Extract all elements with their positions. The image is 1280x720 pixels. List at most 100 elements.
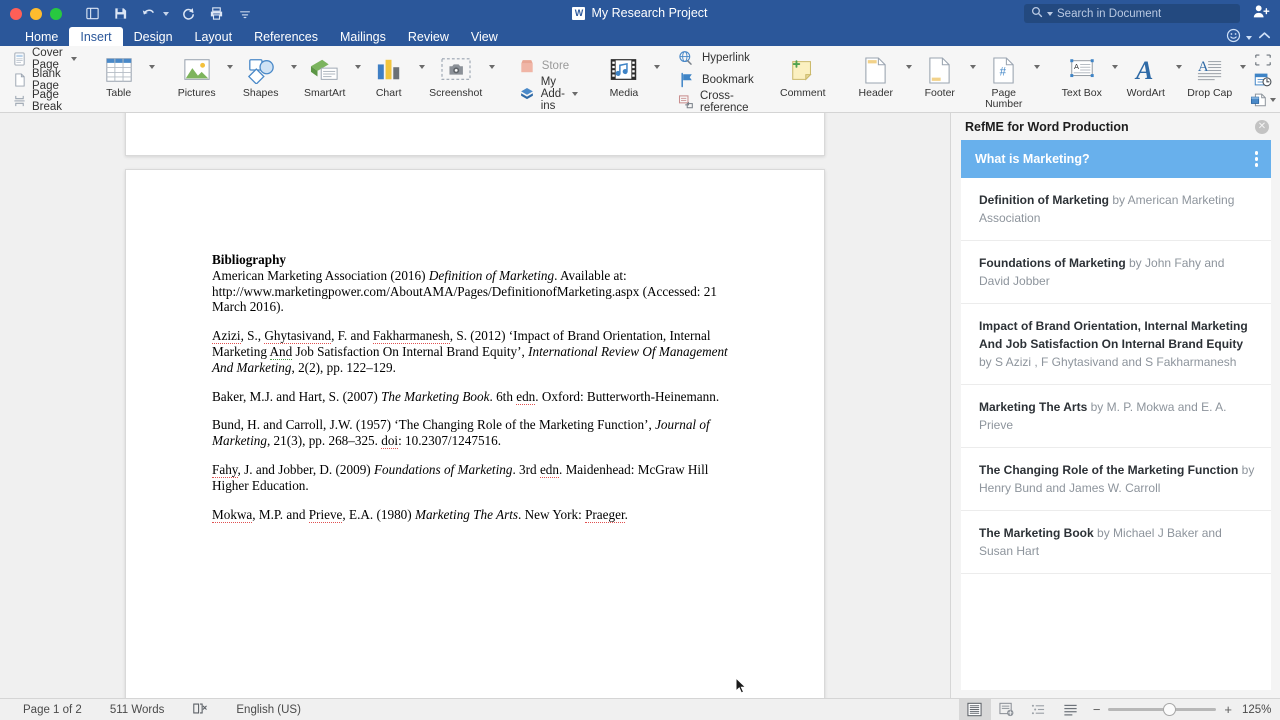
object-icon[interactable] <box>1249 91 1277 108</box>
page-number-caret-icon[interactable] <box>1033 65 1040 69</box>
pictures-icon <box>182 53 212 87</box>
page-number-button[interactable]: # Page Number <box>976 48 1032 111</box>
bibliography-entry[interactable]: Fahy, J. and Jobber, D. (2009) Foundatio… <box>212 461 742 494</box>
list-item[interactable]: The Changing Role of the Marketing Funct… <box>961 448 1271 511</box>
table-button[interactable]: Table <box>91 48 147 111</box>
bibliography-entry[interactable]: American Marketing Association (2016) De… <box>212 268 742 315</box>
wordart-label: WordArt <box>1126 87 1165 99</box>
person-add-icon[interactable] <box>1253 4 1270 24</box>
screenshot-caret-icon[interactable] <box>488 65 495 69</box>
web-layout-view-icon[interactable] <box>991 699 1023 720</box>
status-bar-left: Page 1 of 2 511 Words English (US) <box>0 702 301 718</box>
chart-button[interactable]: Chart <box>361 48 417 111</box>
media-button[interactable]: Media <box>596 48 652 111</box>
screenshot-button[interactable]: Screenshot <box>425 48 487 111</box>
tab-review[interactable]: Review <box>397 27 460 46</box>
object-caret-icon[interactable] <box>1269 97 1276 102</box>
list-item[interactable]: The Marketing Book by Michael J Baker an… <box>961 511 1271 574</box>
pictures-button[interactable]: Pictures <box>169 48 225 111</box>
blank-page-button[interactable]: Blank Page <box>13 68 77 92</box>
zoom-slider-knob[interactable] <box>1163 703 1177 716</box>
bibliography-entry[interactable]: Bund, H. and Carroll, J.W. (1957) ‘The C… <box>212 417 742 450</box>
list-item[interactable]: Definition of Marketing by American Mark… <box>961 178 1271 241</box>
ribbon-tab-bar: Home Insert Design Layout References Mai… <box>0 27 1280 46</box>
bibliography-entry[interactable]: Baker, M.J. and Hart, S. (2007) The Mark… <box>212 388 742 405</box>
zoom-in-button[interactable]: + <box>1224 702 1232 717</box>
word-count[interactable]: 511 Words <box>110 704 165 716</box>
document-page-2[interactable]: Bibliography American Marketing Associat… <box>125 169 825 698</box>
header-label: Header <box>858 87 893 99</box>
comment-label: Comment <box>780 87 826 99</box>
status-bar: Page 1 of 2 511 Words English (US) − + 1… <box>0 698 1280 720</box>
my-addins-label: My Add-ins <box>540 75 565 112</box>
zoom-level[interactable]: 125% <box>1242 704 1280 716</box>
list-item[interactable]: Impact of Brand Orientation, Internal Ma… <box>961 304 1271 385</box>
svg-text:A: A <box>1134 56 1153 84</box>
refme-panel-header: RefME for Word Production ✕ <box>951 113 1280 140</box>
date-and-time-icon[interactable] <box>1253 71 1273 88</box>
bookmark-button[interactable]: Bookmark <box>678 71 754 88</box>
my-addins-button[interactable]: My Add-ins <box>519 76 578 112</box>
zoom-slider[interactable] <box>1108 703 1217 716</box>
refme-project-header[interactable]: What is Marketing? <box>961 140 1271 178</box>
close-icon[interactable]: ✕ <box>1255 119 1269 134</box>
list-item[interactable]: Foundations of Marketing by John Fahy an… <box>961 241 1271 304</box>
list-item[interactable]: Marketing The Arts by M. P. Mokwa and E.… <box>961 385 1271 448</box>
bookmark-icon <box>678 72 696 88</box>
tab-references[interactable]: References <box>243 27 329 46</box>
smiley-feedback-icon[interactable] <box>1226 28 1241 48</box>
cover-page-caret-icon[interactable] <box>70 56 77 61</box>
shapes-button[interactable]: Shapes <box>233 48 289 111</box>
kebab-menu-icon[interactable] <box>1254 151 1258 167</box>
media-caret-icon[interactable] <box>653 65 660 69</box>
hyperlink-button[interactable]: Hyperlink <box>678 49 754 66</box>
table-caret-icon[interactable] <box>148 65 155 69</box>
draft-view-icon[interactable] <box>1055 699 1087 720</box>
store-icon <box>519 57 536 74</box>
svg-text:#: # <box>1000 66 1007 78</box>
text-frame-icon[interactable] <box>1253 51 1273 68</box>
zoom-out-button[interactable]: − <box>1093 702 1101 717</box>
zoom-control: − + <box>1087 702 1242 717</box>
tab-view[interactable]: View <box>460 27 509 46</box>
print-layout-view-icon[interactable] <box>958 699 991 720</box>
title-bar: W My Research Project Search in Document <box>0 0 1280 27</box>
tab-design[interactable]: Design <box>123 27 184 46</box>
page-number-icon: # <box>991 53 1016 87</box>
header-button[interactable]: Header <box>848 48 904 111</box>
document-page-1[interactable] <box>125 113 825 156</box>
document-canvas[interactable]: Bibliography American Marketing Associat… <box>0 113 950 698</box>
tab-home[interactable]: Home <box>14 27 69 46</box>
bibliography-entry[interactable]: Mokwa, M.P. and Prieve, E.A. (1980) Mark… <box>212 506 742 523</box>
drop-cap-button[interactable]: A Drop Cap <box>1182 48 1238 111</box>
refme-panel-body[interactable]: What is Marketing? Definition of Marketi… <box>961 140 1271 690</box>
bibliography-entry[interactable]: Azizi, S., Ghytasivand, F. and Fakharman… <box>212 328 742 375</box>
footer-icon <box>927 53 952 87</box>
text-box-button[interactable]: A Text Box <box>1054 48 1110 111</box>
comment-button[interactable]: Comment <box>772 48 834 111</box>
page-indicator[interactable]: Page 1 of 2 <box>23 704 82 716</box>
search-input[interactable]: Search in Document <box>1024 4 1240 23</box>
smiley-dropdown-caret-icon[interactable] <box>1246 36 1252 40</box>
word-app-icon: W <box>572 6 586 20</box>
language-indicator[interactable]: English (US) <box>236 704 301 716</box>
tab-mailings[interactable]: Mailings <box>329 27 397 46</box>
shapes-icon <box>246 53 276 87</box>
tab-insert[interactable]: Insert <box>69 27 123 46</box>
bibliography-text[interactable]: Bibliography American Marketing Associat… <box>212 252 742 523</box>
search-scope-caret-icon[interactable] <box>1047 11 1053 16</box>
footer-button[interactable]: Footer <box>912 48 968 111</box>
my-addins-caret-icon[interactable] <box>571 91 578 96</box>
outline-view-icon[interactable] <box>1023 699 1055 720</box>
cover-page-button[interactable]: Cover Page <box>13 47 77 71</box>
smartart-button[interactable]: SmartArt <box>297 48 353 111</box>
text-small-icons <box>1246 51 1280 108</box>
page-break-button[interactable]: Page Break <box>13 89 77 113</box>
cross-reference-button[interactable]: Cross-reference <box>678 90 754 114</box>
store-button[interactable]: Store <box>519 57 578 74</box>
proofing-errors-icon[interactable] <box>192 702 208 718</box>
wordart-button[interactable]: A WordArt <box>1118 48 1174 111</box>
tab-layout[interactable]: Layout <box>184 27 244 46</box>
collapse-ribbon-icon[interactable] <box>1257 29 1272 47</box>
document-title-text: My Research Project <box>591 6 708 20</box>
